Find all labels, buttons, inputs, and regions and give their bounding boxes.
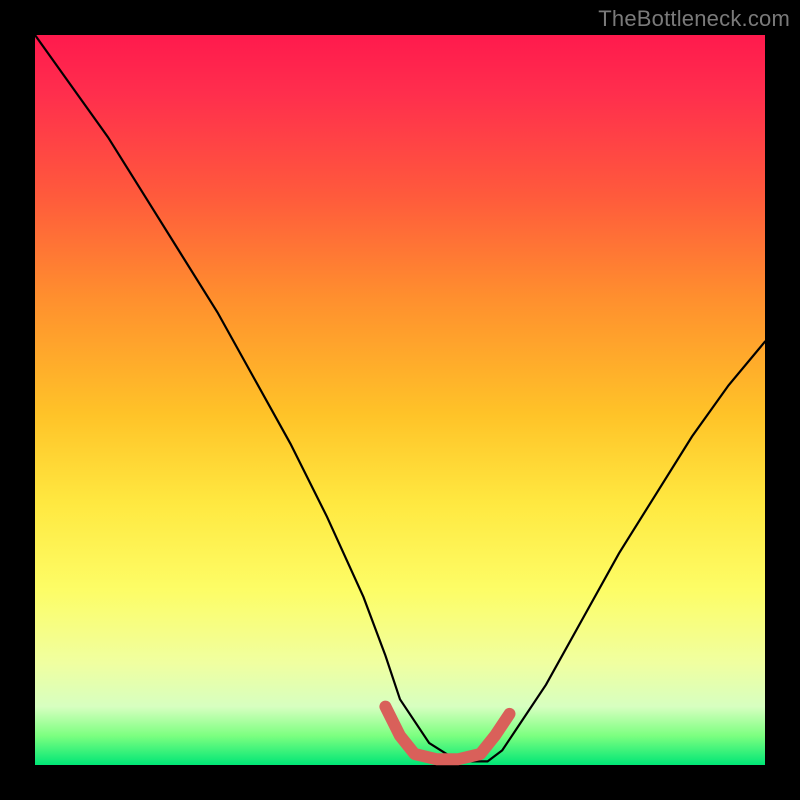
attribution-text: TheBottleneck.com — [598, 6, 790, 32]
bottleneck-curve — [35, 35, 765, 761]
curve-overlay — [35, 35, 765, 765]
optimal-range-marker — [385, 707, 509, 760]
chart-frame: TheBottleneck.com — [0, 0, 800, 800]
